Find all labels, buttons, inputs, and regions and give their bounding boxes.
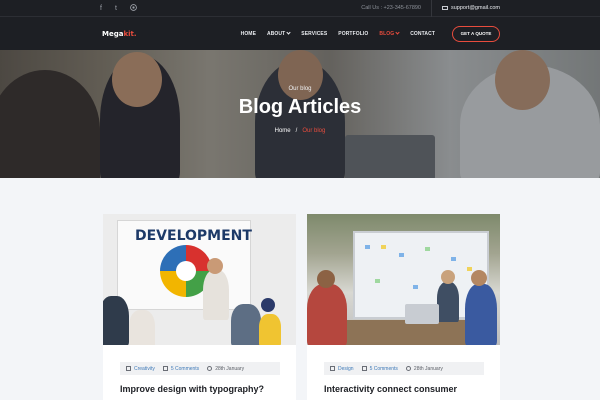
date-label: 28th January [413,365,443,372]
person-shape [259,314,281,345]
nav-item-home[interactable]: HOME [241,31,256,37]
comments-label: 5 Comments [369,365,398,372]
hero-kicker: Our blog [288,86,312,92]
hero-content: Our blog Blog Articles Home / Our blog [0,50,600,178]
github-icon[interactable] [130,3,137,13]
twitter-icon[interactable]: t [115,5,117,12]
sticky-note-shape [451,257,456,261]
post-date: 28th January [207,366,244,372]
blog-card[interactable]: DEVELOPMENT Creativity 5 Comments 28th J… [103,214,296,400]
post-date: 28th January [405,365,443,372]
divider [431,0,432,17]
comments-label: 5 Comments [170,365,200,372]
person-shape [261,298,275,312]
top-bar: f t Call Us : +23-345-67890 support@gmai… [0,0,600,17]
whiteboard-text: DEVELOPMENT [135,228,252,244]
breadcrumb-separator: / [295,128,298,134]
post-meta: Design 5 Comments 28th January [324,362,484,375]
logo-accent: kit. [123,29,137,38]
sticky-note-shape [467,267,472,271]
envelope-icon [442,6,448,10]
person-shape [465,284,497,345]
nav-menu: HOME ABOUT SERVICES PORTFOLIO BLOG CONTA… [241,25,500,42]
nav-item-label: BLOG [379,30,395,37]
nav-item-about[interactable]: ABOUT [267,30,291,37]
laptop-shape [405,304,439,324]
person-shape [317,270,335,288]
blog-card[interactable]: Design 5 Comments 28th January Interacti… [307,214,500,400]
date-label: 28th January [215,365,245,372]
breadcrumb-current: Our blog [302,128,326,134]
person-shape [203,270,229,320]
clock-icon [405,366,411,371]
person-shape [437,282,459,322]
get-a-quote-button[interactable]: GET A QUOTE [452,25,500,42]
page-title: Blog Articles [238,96,362,118]
blog-card-image[interactable] [307,214,500,345]
email-text: support@gmail.com [451,5,500,11]
call-us-text: Call Us : +23-345-67890 [361,5,421,11]
person-shape [103,296,129,345]
person-shape [207,258,223,274]
email-link[interactable]: support@gmail.com [442,5,500,11]
nav-item-label: ABOUT [267,30,286,37]
edit-icon [126,366,131,371]
nav-item-portfolio[interactable]: PORTFOLIO [338,31,368,37]
post-comments[interactable]: 5 Comments [361,365,398,372]
post-meta: Creativity 5 Comments 28th January [120,362,280,375]
blog-card-title[interactable]: Improve design with typography? [120,384,264,394]
nav-item-label: HOME [240,30,257,37]
person-shape [441,270,455,284]
logo-text: Mega [102,29,124,38]
person-shape [307,284,347,345]
sticky-note-shape [381,245,386,249]
nav-item-services[interactable]: SERVICES [301,31,327,37]
nav-item-label: CONTACT [410,30,435,37]
sticky-note-shape [365,245,370,249]
chevron-down-icon [395,30,400,35]
breadcrumb-home[interactable]: Home [275,128,291,134]
nav-item-label: SERVICES [301,30,328,37]
site-logo[interactable]: Megakit. [102,30,137,38]
breadcrumb: Home / Our blog [0,128,600,134]
comment-icon [361,366,367,371]
category-label: Creativity [134,365,155,372]
social-links: f t [100,3,137,13]
sticky-note-shape [425,247,430,251]
sticky-note-shape [399,253,404,257]
page-hero: Our blog Blog Articles Home / Our blog [0,50,600,178]
comment-icon [162,366,168,371]
post-category[interactable]: Creativity [126,366,155,372]
person-shape [129,310,155,345]
blog-card-image[interactable]: DEVELOPMENT [103,214,296,345]
person-shape [471,270,487,286]
sticky-note-shape [375,279,380,283]
chevron-down-icon [286,30,291,35]
person-shape [231,304,261,345]
sticky-note-shape [413,285,418,289]
clock-icon [207,366,213,371]
nav-item-contact[interactable]: CONTACT [410,31,435,37]
main-navigation: Megakit. HOME ABOUT SERVICES PORTFOLIO B… [0,17,600,50]
nav-item-label: PORTFOLIO [338,30,369,37]
facebook-icon[interactable]: f [100,5,102,12]
post-category[interactable]: Design [330,366,354,372]
contact-info: Call Us : +23-345-67890 support@gmail.co… [361,0,500,17]
blog-card-title[interactable]: Interactivity connect consumer [324,384,457,394]
post-comments[interactable]: 5 Comments [162,365,200,372]
category-label: Design [338,365,354,372]
nav-item-blog[interactable]: BLOG [379,30,400,37]
edit-icon [330,366,335,371]
